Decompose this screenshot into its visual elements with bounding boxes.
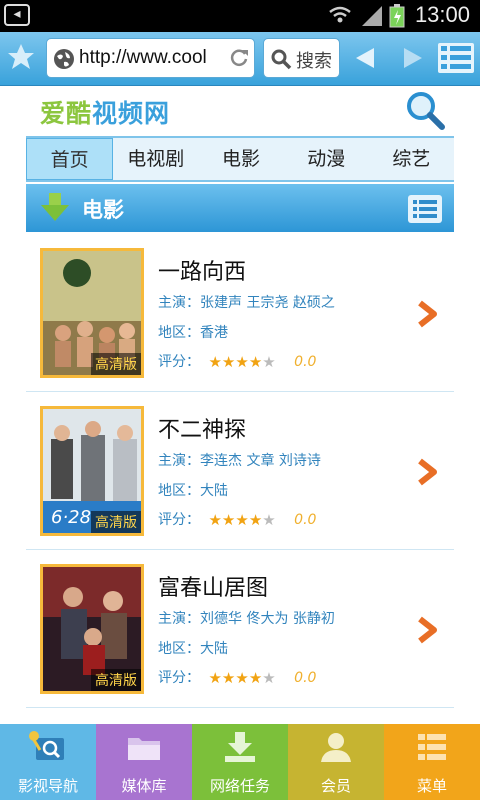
cast-label: 主演：: [158, 453, 200, 469]
cast-value: 张建声 王宗尧 赵硕之: [200, 295, 335, 311]
site-logo[interactable]: 爱酷视频网: [40, 94, 170, 130]
region-value: 大陆: [200, 641, 228, 657]
rating-label: 评分：: [158, 354, 200, 370]
site-header: 爱酷视频网: [26, 86, 454, 136]
clock: 13:00: [414, 2, 470, 27]
search-label: 搜索: [296, 51, 332, 72]
rating-stars: ★★★★★: [208, 353, 276, 371]
nav-video-guide[interactable]: 影视导航: [0, 724, 96, 800]
category-tabs: 首页 电视剧 电影 动漫 综艺: [26, 136, 454, 182]
chevron-right-icon[interactable]: [416, 300, 440, 328]
hd-badge: 高清版: [91, 669, 141, 691]
movie-list: 高清版 一路向西 主演：张建声 王宗尧 赵硕之 地区：香港 评分： ★★★★★ …: [26, 234, 454, 708]
hd-badge: 高清版: [91, 353, 141, 375]
rating-score: 0.0: [294, 354, 317, 370]
region-label: 地区：: [158, 325, 200, 341]
movie-cast-row: 主演：李连杰 文章 刘诗诗: [158, 450, 321, 470]
movie-region-row: 地区：大陆: [158, 480, 228, 500]
status-bar: ◂ 13:00: [0, 0, 480, 32]
nav-downloads-label: 网络任务: [209, 777, 270, 795]
movie-item[interactable]: 高清版 一路向西 主演：张建声 王宗尧 赵硕之 地区：香港 评分： ★★★★★ …: [26, 234, 454, 392]
region-value: 大陆: [200, 483, 228, 499]
movie-rating-row: 评分： ★★★★★ 0.0: [158, 509, 316, 529]
site-search-icon[interactable]: [404, 90, 446, 130]
reload-icon[interactable]: [228, 47, 250, 69]
chevron-right-icon[interactable]: [416, 616, 440, 644]
forward-arrow-icon[interactable]: [402, 46, 424, 70]
rating-score: 0.0: [294, 670, 317, 686]
movie-title[interactable]: 不二神探: [158, 412, 246, 444]
menu-icon[interactable]: [438, 42, 474, 74]
nav-menu[interactable]: 菜单: [384, 724, 480, 800]
rating-score: 0.0: [294, 512, 317, 528]
user-icon: [321, 733, 351, 762]
movie-title[interactable]: 一路向西: [158, 254, 246, 286]
movie-poster[interactable]: 高清版: [40, 564, 144, 694]
list-view-icon[interactable]: [408, 195, 442, 223]
url-bar[interactable]: http://www.cool: [46, 38, 255, 78]
movie-poster[interactable]: 高清版: [40, 248, 144, 378]
logo-part2: 视频网: [92, 99, 171, 128]
region-label: 地区：: [158, 483, 200, 499]
browser-toolbar: http://www.cool 搜索: [0, 32, 480, 86]
tab-variety[interactable]: 综艺: [369, 138, 454, 180]
nav-video-guide-label: 影视导航: [17, 777, 78, 795]
tab-tv-series[interactable]: 电视剧: [113, 138, 198, 180]
movie-region-row: 地区：香港: [158, 322, 228, 342]
region-value: 香港: [200, 325, 228, 341]
cast-value: 刘德华 佟大为 张静初: [200, 611, 335, 627]
movie-region-row: 地区：大陆: [158, 638, 228, 658]
back-icon[interactable]: ◂: [4, 4, 30, 26]
status-icons: [329, 4, 405, 28]
nav-media-library[interactable]: 媒体库: [96, 724, 192, 800]
search-button[interactable]: 搜索: [263, 38, 340, 78]
nav-downloads[interactable]: 网络任务: [192, 724, 288, 800]
cast-label: 主演：: [158, 611, 200, 627]
bookmark-star-icon[interactable]: [6, 42, 36, 72]
movie-item[interactable]: 6·28 高清版 不二神探 主演：李连杰 文章 刘诗诗 地区：大陆 评分： ★★…: [26, 392, 454, 550]
movie-poster[interactable]: 6·28 高清版: [40, 406, 144, 536]
menu-icon: [418, 734, 446, 760]
bottom-nav: 影视导航 媒体库 网络任务 会员 菜单: [0, 724, 480, 800]
cast-label: 主演：: [158, 295, 200, 311]
section-title: 电影: [82, 198, 124, 222]
chevron-right-icon[interactable]: [416, 458, 440, 486]
rating-label: 评分：: [158, 512, 200, 528]
nav-media-library-label: 媒体库: [121, 777, 167, 795]
movie-cast-row: 主演：刘德华 佟大为 张静初: [158, 608, 335, 628]
film-search-icon: [29, 731, 64, 760]
movie-cast-row: 主演：张建声 王宗尧 赵硕之: [158, 292, 335, 312]
url-text[interactable]: http://www.cool: [79, 47, 227, 69]
globe-icon: [54, 49, 74, 69]
folder-icon: [128, 738, 160, 760]
rating-stars: ★★★★★: [208, 511, 276, 529]
back-arrow-icon[interactable]: [354, 46, 376, 70]
tab-home[interactable]: 首页: [26, 138, 114, 180]
nav-member[interactable]: 会员: [288, 724, 384, 800]
section-header: 电影: [26, 184, 454, 232]
hd-badge: 高清版: [91, 511, 141, 533]
movie-rating-row: 评分： ★★★★★ 0.0: [158, 667, 316, 687]
nav-menu-label: 菜单: [416, 777, 447, 795]
tab-movies[interactable]: 电影: [198, 138, 283, 180]
nav-member-label: 会员: [320, 777, 351, 795]
svg-text:6·28: 6·28: [51, 507, 91, 528]
down-arrow-icon: [41, 193, 69, 221]
rating-label: 评分：: [158, 670, 200, 686]
tab-anime[interactable]: 动漫: [284, 138, 369, 180]
cast-value: 李连杰 文章 刘诗诗: [200, 453, 321, 469]
logo-part1: 爱酷: [40, 99, 93, 128]
download-icon: [225, 732, 255, 762]
rating-stars: ★★★★★: [208, 669, 276, 687]
movie-rating-row: 评分： ★★★★★ 0.0: [158, 351, 316, 371]
movie-title[interactable]: 富春山居图: [158, 570, 268, 602]
region-label: 地区：: [158, 641, 200, 657]
search-icon: [271, 49, 292, 70]
movie-item[interactable]: 高清版 富春山居图 主演：刘德华 佟大为 张静初 地区：大陆 评分： ★★★★★…: [26, 550, 454, 708]
